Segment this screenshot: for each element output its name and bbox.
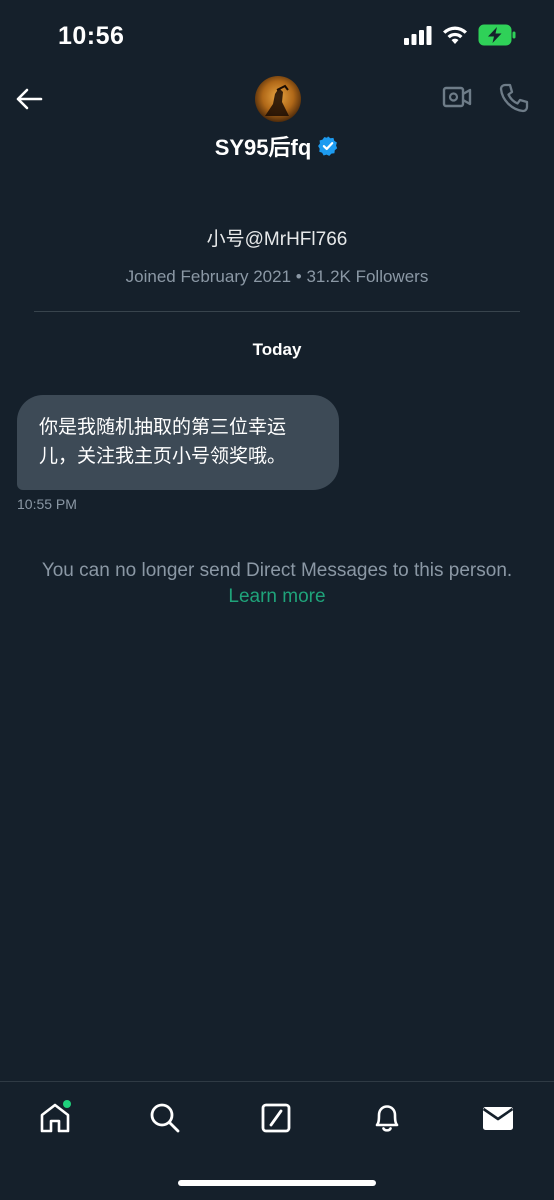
date-separator: Today [252, 340, 302, 359]
wifi-icon [443, 26, 467, 44]
divider [34, 311, 520, 312]
message-text-line-1: 你是我随机抽取的第三位幸运 [39, 417, 287, 438]
status-bar: 10:56 [0, 0, 554, 74]
search-icon [150, 1103, 180, 1133]
verified-badge-icon [318, 136, 338, 156]
bell-icon [375, 1105, 399, 1132]
home-notification-dot [63, 1100, 71, 1108]
battery-charging-icon [478, 24, 516, 46]
avatar-image [265, 84, 289, 116]
profile-handle[interactable]: 小号@MrHFl766 [0, 224, 554, 251]
message-text-line-2: 儿，关注我主页小号领奖哦。 [39, 446, 287, 467]
learn-more-link[interactable]: Learn more [0, 584, 554, 610]
tab-messages[interactable] [476, 1096, 520, 1140]
tab-grok[interactable] [254, 1096, 298, 1140]
avatar[interactable] [255, 76, 301, 122]
tab-notifications[interactable] [365, 1096, 409, 1140]
message-timestamp: 10:55 PM [17, 496, 77, 512]
bottom-tab-bar [0, 1082, 554, 1152]
video-camera-icon [442, 86, 472, 108]
name-row[interactable]: SY95后fq [0, 130, 554, 162]
conversation-header: SY95后fq [0, 74, 554, 164]
tab-home[interactable] [33, 1096, 77, 1140]
tab-search[interactable] [143, 1096, 187, 1140]
profile-meta: Joined February 2021 • 31.2K Followers [125, 267, 429, 286]
arrow-left-icon [16, 88, 43, 110]
back-button[interactable] [14, 84, 44, 114]
video-call-button[interactable] [442, 84, 472, 114]
dm-restricted-notice: You can no longer send Direct Messages t… [0, 558, 554, 610]
signal-icon [404, 26, 432, 45]
message-bubble[interactable]: 你是我随机抽取的第三位幸运 儿，关注我主页小号领奖哦。 [17, 395, 339, 490]
phone-icon [499, 83, 529, 113]
status-time: 10:56 [58, 22, 125, 50]
voice-call-button[interactable] [498, 82, 530, 114]
status-icons [404, 24, 516, 46]
grok-icon [261, 1103, 291, 1133]
home-indicator[interactable] [178, 1180, 376, 1186]
display-name: SY95后fq [214, 135, 312, 160]
notice-text: You can no longer send Direct Messages t… [41, 560, 513, 581]
envelope-icon [482, 1107, 514, 1130]
profile-info: 小号@MrHFl766 Joined February 2021 • 31.2K… [0, 220, 554, 287]
